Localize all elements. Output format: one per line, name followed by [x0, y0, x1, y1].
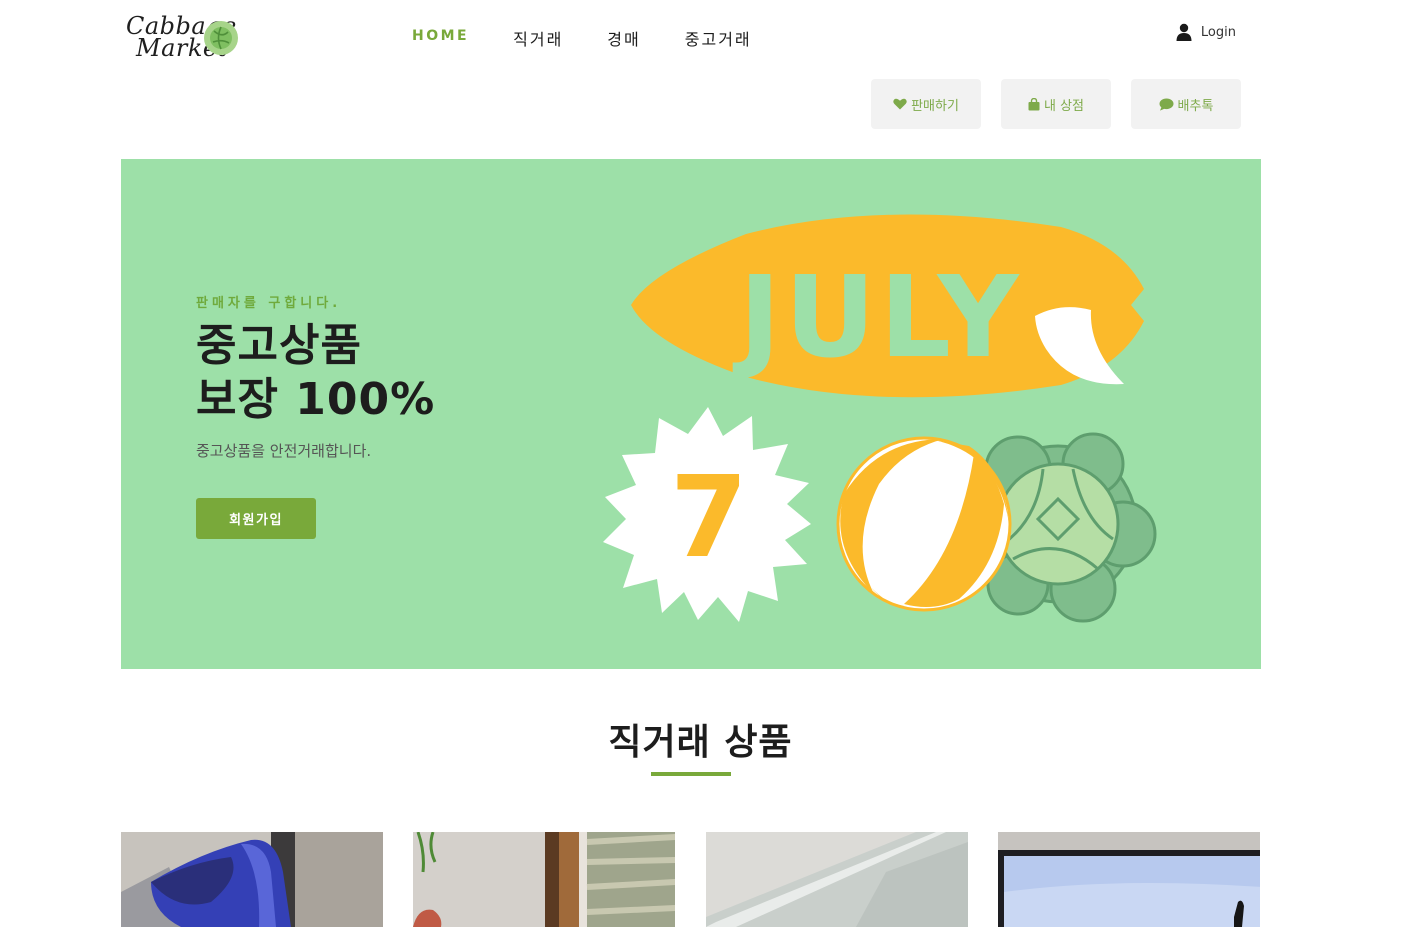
site-logo[interactable]: Cabbage Market	[124, 12, 244, 64]
product-image	[413, 832, 675, 927]
login-label: Login	[1200, 24, 1236, 40]
nav-home[interactable]: HOME	[412, 26, 469, 50]
hero-title-line2: 보장 100%	[196, 374, 436, 425]
chat-icon	[1159, 98, 1174, 111]
hero-subtitle: 판매자를 구합니다.	[196, 296, 342, 311]
user-icon	[1176, 23, 1192, 41]
cabbage-logo-icon	[204, 21, 238, 55]
banner-word: JULY	[732, 253, 1023, 383]
product-image	[706, 832, 968, 927]
product-card[interactable]	[998, 832, 1260, 927]
product-card[interactable]	[413, 832, 675, 927]
product-card[interactable]	[706, 832, 968, 927]
banner-number: 7	[670, 453, 748, 583]
hero-title-line1: 중고상품	[196, 320, 362, 371]
products-section-title: 직거래 상품	[608, 722, 793, 763]
heart-icon	[893, 98, 907, 110]
hero-description: 중고상품을 안전거래합니다.	[196, 442, 372, 460]
nav-auction[interactable]: 경매	[607, 26, 640, 50]
july-banner-illustration: JULY 7	[603, 214, 1157, 623]
main-nav: HOME 직거래 경매 중고거래	[412, 26, 796, 50]
chat-button[interactable]: 배추톡	[1131, 79, 1241, 129]
nav-used-trade[interactable]: 중고거래	[685, 26, 752, 50]
hero-title: 중고상품 보장 100%	[196, 319, 435, 427]
nav-direct-trade[interactable]: 직거래	[513, 26, 563, 50]
sell-button[interactable]: 판매하기	[871, 79, 981, 129]
title-underline	[651, 772, 731, 776]
shopping-bag-icon	[1028, 97, 1040, 110]
product-image	[121, 832, 383, 927]
hero-banner: 판매자를 구합니다. 중고상품 보장 100% 중고상품을 안전거래합니다. 회…	[121, 159, 1261, 669]
product-image	[998, 832, 1260, 927]
chat-button-label: 배추톡	[1177, 98, 1214, 114]
my-store-button[interactable]: 내 상점	[1001, 79, 1111, 129]
sell-button-label: 판매하기	[911, 98, 959, 114]
signup-button[interactable]: 회원가입	[196, 498, 316, 539]
product-card[interactable]	[121, 832, 383, 927]
my-store-button-label: 내 상점	[1043, 98, 1084, 114]
login-link[interactable]: Login	[1176, 23, 1236, 41]
